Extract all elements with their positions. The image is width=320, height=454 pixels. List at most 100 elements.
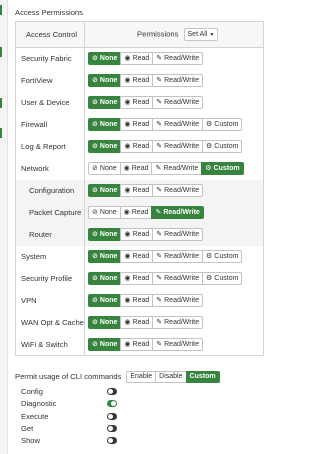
permission-option-rw[interactable]: ✎ Read/Write	[152, 250, 204, 263]
cli-permission-label: Permit usage of CLI commands	[15, 372, 122, 381]
eye-icon: ◉	[124, 77, 131, 84]
ban-icon: ⊘	[92, 209, 98, 216]
access-control-name: System	[15, 245, 86, 268]
permission-row: Security Profile ⊘ None ◉ Read ✎ Read/Write ⚙ Cu…	[15, 267, 264, 290]
permission-option-custom[interactable]: ⚙ Custom	[202, 250, 243, 263]
ban-icon: ⊘	[92, 121, 98, 128]
permission-option-none[interactable]: ⊘ None	[88, 250, 122, 263]
toggle-switch[interactable]	[107, 412, 117, 420]
permission-option-label: None	[99, 143, 118, 150]
permission-option-read[interactable]: ◉ Read	[119, 162, 153, 175]
access-control-name: Security Profile	[15, 267, 86, 290]
permission-row: Configuration ⊘ None ◉ Read ✎ Read/Write	[15, 179, 264, 202]
permission-option-label: Read	[132, 275, 150, 282]
permission-option-read[interactable]: ◉ Read	[120, 337, 154, 351]
toggle-knob	[108, 413, 113, 419]
permission-option-label: Read/Write	[163, 209, 200, 216]
permission-option-label: Read	[131, 209, 149, 216]
permission-option-none[interactable]: ⊘ None	[88, 272, 122, 285]
permission-option-label: Read	[132, 231, 150, 238]
permission-option-rw[interactable]: ✎ Read/Write	[152, 316, 204, 329]
ban-icon: ⊘	[92, 165, 98, 172]
cli-option-disable[interactable]: Disable	[155, 370, 187, 383]
permission-option-read[interactable]: ◉ Read	[120, 118, 154, 131]
permission-option-none[interactable]: ⊘ None	[88, 228, 122, 241]
permission-option-none[interactable]: ⊘ None	[88, 118, 122, 131]
permission-option-rw[interactable]: ✎ Read/Write	[152, 337, 204, 351]
permission-row: Security Fabric ⊘ None ◉ Read ✎ Read/Write	[15, 47, 264, 70]
permission-option-none[interactable]: ⊘ None	[88, 74, 122, 87]
permission-option-read[interactable]: ◉ Read	[120, 96, 154, 109]
permission-option-none[interactable]: ⊘ None	[88, 316, 122, 329]
permission-option-none[interactable]: ⊘ None	[88, 184, 122, 197]
permission-option-label: Custom	[214, 143, 239, 150]
permission-option-rw[interactable]: ✎ Read/Write	[152, 118, 204, 131]
permission-option-none[interactable]: ⊘ None	[88, 162, 121, 175]
permission-option-rw[interactable]: ✎ Read/Write	[152, 140, 204, 153]
permission-option-read[interactable]: ◉ Read	[120, 52, 154, 66]
set-all-dropdown[interactable]: Set All ▼	[183, 28, 219, 41]
permission-option-label: Read/Write	[164, 121, 200, 128]
permission-option-rw[interactable]: ✎ Read/Write	[152, 184, 204, 197]
cli-option-enable[interactable]: Enable	[126, 370, 157, 383]
permission-option-rw[interactable]: ✎ Read/Write	[152, 272, 204, 285]
permission-segmented-control: ⊘ None ◉ Read ✎ Read/Write	[88, 184, 204, 197]
permission-option-rw[interactable]: ✎ Read/Write	[152, 74, 204, 87]
cli-command-label: Show	[21, 436, 40, 446]
permission-option-read[interactable]: ◉ Read	[120, 184, 154, 197]
permission-option-read[interactable]: ◉ Read	[120, 250, 154, 263]
eye-icon: ◉	[124, 297, 131, 304]
set-all-label: Set All	[187, 31, 208, 38]
permission-row: WiFi & Switch ⊘ None ◉ Read ✎ Read/Write	[15, 333, 264, 356]
cli-command-row: Config	[21, 386, 117, 397]
permission-option-none[interactable]: ⊘ None	[88, 96, 122, 109]
access-control-name: Log & Report	[15, 135, 86, 158]
permission-option-rw[interactable]: ✎ Read/Write	[152, 52, 204, 66]
permission-option-rw[interactable]: ✎ Read/Write	[152, 294, 204, 307]
permission-option-none[interactable]: ⊘ None	[88, 52, 122, 66]
permission-option-read[interactable]: ◉ Read	[120, 294, 154, 307]
permission-row: VPN ⊘ None ◉ Read ✎ Read/Write	[15, 289, 264, 312]
permission-option-none[interactable]: ⊘ None	[88, 294, 122, 307]
permission-segmented-control: ⊘ None ◉ Read ✎ Read/Write	[88, 96, 204, 109]
permission-option-read[interactable]: ◉ Read	[119, 206, 153, 219]
permission-option-custom[interactable]: ⚙ Custom	[202, 118, 243, 131]
pencil-icon: ✎	[155, 165, 162, 172]
permission-option-label: Read	[132, 297, 150, 304]
permission-option-rw[interactable]: ✎ Read/Write	[152, 228, 204, 241]
permission-option-read[interactable]: ◉ Read	[120, 140, 154, 153]
cli-command-label: Config	[21, 387, 43, 396]
permission-options: ⊘ None ◉ Read ✎ Read/Write ⚙ Custom	[85, 158, 264, 180]
permission-option-label: Custom	[214, 121, 239, 128]
permission-segmented-control: ⊘ None ◉ Read ✎ Read/Write	[88, 206, 204, 219]
permission-option-read[interactable]: ◉ Read	[120, 74, 154, 87]
permission-option-read[interactable]: ◉ Read	[120, 228, 154, 241]
permission-option-none[interactable]: ⊘ None	[88, 337, 122, 351]
cli-permission-row: Permit usage of CLI commands Enable Disab…	[15, 370, 220, 383]
permission-option-read[interactable]: ◉ Read	[120, 316, 154, 329]
permission-option-custom[interactable]: ⚙ Custom	[201, 162, 244, 175]
eye-icon: ◉	[124, 121, 131, 128]
permission-segmented-control: ⊘ None ◉ Read ✎ Read/Write ⚙ Custom	[88, 162, 244, 175]
permission-option-rw[interactable]: ✎ Read/Write	[151, 162, 203, 175]
permission-option-label: Read/Write	[164, 231, 200, 238]
toggle-switch[interactable]	[107, 400, 117, 408]
permission-option-read[interactable]: ◉ Read	[120, 272, 154, 285]
permission-option-label: Custom	[214, 275, 239, 282]
toggle-switch[interactable]	[107, 437, 117, 445]
permission-option-rw[interactable]: ✎ Read/Write	[152, 96, 204, 109]
permission-option-label: None	[99, 55, 118, 63]
eye-icon: ◉	[124, 340, 131, 348]
permission-option-rw[interactable]: ✎ Read/Write	[151, 206, 204, 219]
toggle-switch[interactable]	[107, 424, 117, 432]
permission-option-label: Custom	[214, 253, 239, 260]
eye-icon: ◉	[124, 319, 131, 326]
permission-option-custom[interactable]: ⚙ Custom	[202, 140, 243, 153]
access-permissions-table: Access Control Permissions Set All ▼ Sec…	[15, 21, 264, 356]
cli-option-custom[interactable]: Custom	[185, 370, 220, 383]
permission-option-none[interactable]: ⊘ None	[88, 206, 121, 219]
permission-option-custom[interactable]: ⚙ Custom	[202, 272, 243, 285]
pencil-icon: ✎	[156, 231, 163, 238]
permission-option-none[interactable]: ⊘ None	[88, 140, 122, 153]
toggle-switch[interactable]	[107, 388, 117, 395]
